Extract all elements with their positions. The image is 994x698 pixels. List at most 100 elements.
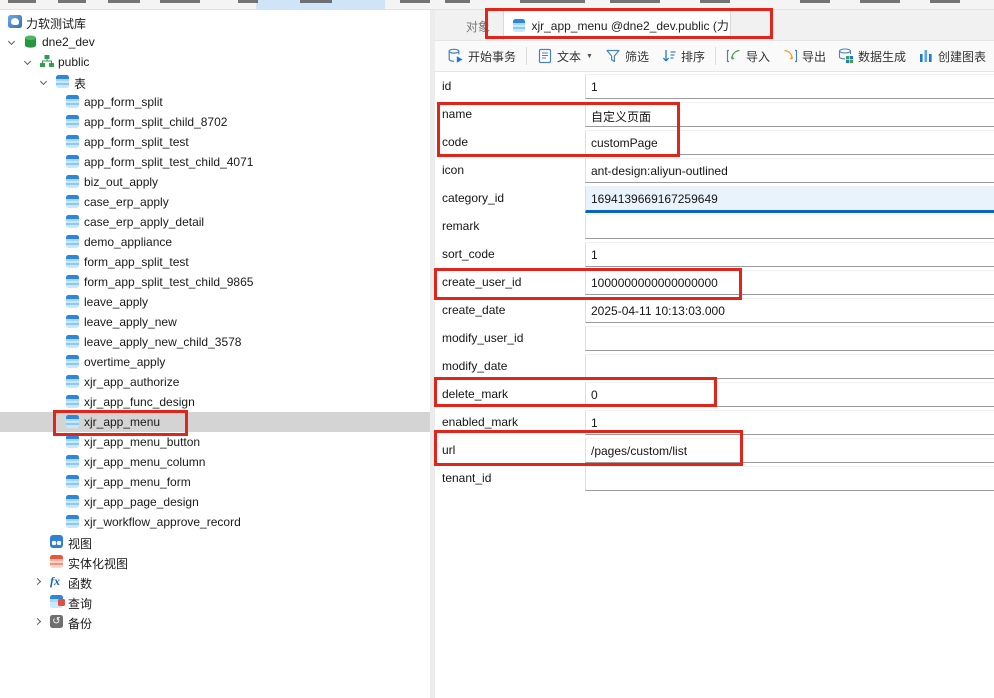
toolbar-button-filter[interactable]: 筛选 — [599, 45, 655, 68]
field-value-id[interactable]: 1 — [585, 74, 994, 99]
chevron-down-icon[interactable] — [24, 58, 31, 65]
tree-item-xjr_app_menu_form[interactable]: xjr_app_menu_form — [0, 472, 430, 492]
field-value-code[interactable]: customPage — [585, 130, 994, 155]
tree-item--[interactable]: 实体化视图 — [0, 552, 430, 572]
tree-item-app_form_split_child_8702[interactable]: app_form_split_child_8702 — [0, 112, 430, 132]
tree-item-public[interactable]: public — [0, 52, 430, 72]
field-row-sort_code: sort_code1 — [435, 240, 994, 268]
tab-label: xjr_app_menu @dne2_dev.public (力... — [531, 17, 730, 34]
field-label: delete_mark — [442, 387, 508, 401]
chevron-down-icon[interactable] — [8, 38, 15, 45]
toolbar-button-create-chart[interactable]: 创建图表 — [912, 45, 992, 68]
tree-item-xjr_app_page_design[interactable]: xjr_app_page_design — [0, 492, 430, 512]
function-icon: fx — [50, 575, 65, 588]
field-value-icon[interactable]: ant-design:aliyun-outlined — [585, 158, 994, 183]
clipped-toolbar-text — [700, 0, 730, 3]
tree-item-xjr_workflow_approve_record[interactable]: xjr_workflow_approve_record — [0, 512, 430, 532]
tab-active-table[interactable]: xjr_app_menu @dne2_dev.public (力... — [503, 10, 731, 40]
tree-item-case_erp_apply_detail[interactable]: case_erp_apply_detail — [0, 212, 430, 232]
chevron-right-icon[interactable] — [34, 618, 41, 625]
chevron-right-icon[interactable] — [34, 578, 41, 585]
field-row-create_date: create_date2025-04-11 10:13:03.000 — [435, 296, 994, 324]
table-icon — [66, 155, 79, 168]
tree-item-leave_apply_new[interactable]: leave_apply_new — [0, 312, 430, 332]
table-icon — [66, 255, 79, 268]
tree-item--[interactable]: 查询 — [0, 592, 430, 612]
toolbar-button-import[interactable]: 导入 — [720, 45, 776, 68]
field-value-tenant_id[interactable] — [585, 466, 994, 491]
tab-objects[interactable]: 对象 — [466, 18, 490, 35]
tree-item-leave_apply_new_child_3578[interactable]: leave_apply_new_child_3578 — [0, 332, 430, 352]
field-value-modify_date[interactable] — [585, 354, 994, 379]
tree-item-xjr_app_menu_column[interactable]: xjr_app_menu_column — [0, 452, 430, 472]
tree-item--[interactable]: ↺备份 — [0, 612, 430, 632]
tree-item-app_form_split[interactable]: app_form_split — [0, 92, 430, 112]
tree-item-overtime_apply[interactable]: overtime_apply — [0, 352, 430, 372]
begin-transaction-icon — [448, 48, 464, 64]
database-icon — [24, 35, 37, 48]
toolbar-button-begin-transaction[interactable]: 开始事务 — [442, 45, 522, 68]
tree-item-label: public — [58, 55, 89, 69]
field-row-remark: remark — [435, 212, 994, 240]
field-label: url — [442, 443, 455, 457]
tree-item-app_form_split_test[interactable]: app_form_split_test — [0, 132, 430, 152]
field-row-category_id: category_id1694139669167259649 — [435, 184, 994, 212]
field-value-delete_mark[interactable]: 0 — [585, 382, 994, 407]
toolbar-button-label: 开始事务 — [468, 48, 516, 65]
dropdown-caret-icon[interactable]: ▼ — [586, 53, 593, 60]
tree-item-label: app_form_split — [84, 95, 163, 109]
field-row-url: url/pages/custom/list — [435, 436, 994, 464]
field-row-tenant_id: tenant_id — [435, 464, 994, 492]
field-value-modify_user_id[interactable] — [585, 326, 994, 351]
tree-item-label: 查询 — [68, 595, 92, 612]
tree-item-case_erp_apply[interactable]: case_erp_apply — [0, 192, 430, 212]
field-value-url[interactable]: /pages/custom/list — [585, 438, 994, 463]
tree-item-xjr_app_menu[interactable]: xjr_app_menu — [0, 412, 430, 432]
tree-item-xjr_app_authorize[interactable]: xjr_app_authorize — [0, 372, 430, 392]
toolbar-button-label: 筛选 — [625, 48, 649, 65]
tree-item-xjr_app_func_design[interactable]: xjr_app_func_design — [0, 392, 430, 412]
tree-item-biz_out_apply[interactable]: biz_out_apply — [0, 172, 430, 192]
field-value-sort_code[interactable]: 1 — [585, 242, 994, 267]
field-row-icon: iconant-design:aliyun-outlined — [435, 156, 994, 184]
tree-item-label: leave_apply_new_child_3578 — [84, 335, 241, 349]
clipped-toolbar-text — [445, 0, 470, 3]
toolbar-button-text-view[interactable]: 文本▼ — [531, 45, 599, 68]
data-generation-icon — [838, 48, 854, 64]
field-label: code — [442, 135, 468, 149]
field-value-enabled_mark[interactable]: 1 — [585, 410, 994, 435]
view-icon — [50, 535, 63, 548]
tree-item--[interactable]: 表 — [0, 72, 430, 92]
field-row-modify_user_id: modify_user_id — [435, 324, 994, 352]
tree-item--[interactable]: 视图 — [0, 532, 430, 552]
toolbar-button-export[interactable]: 导出 — [776, 45, 832, 68]
create-chart-icon — [918, 48, 934, 64]
table-data-panel: 对象 xjr_app_menu @dne2_dev.public (力... 开… — [435, 10, 994, 698]
table-icon — [66, 435, 79, 448]
clipped-toolbar-text — [520, 0, 585, 3]
tree-item-dne2_dev[interactable]: dne2_dev — [0, 32, 430, 52]
tree-item--[interactable]: 力软测试库 — [0, 12, 430, 32]
clipped-toolbar-text — [238, 0, 258, 3]
field-value-create_user_id[interactable]: 1000000000000000000 — [585, 270, 994, 295]
table-icon — [66, 495, 79, 508]
toolbar-button-data-generation[interactable]: 数据生成 — [832, 45, 912, 68]
tree-item-form_app_split_test[interactable]: form_app_split_test — [0, 252, 430, 272]
tree-item-demo_appliance[interactable]: demo_appliance — [0, 232, 430, 252]
field-value-name[interactable]: 自定义页面 — [585, 102, 994, 127]
tree-item-label: app_form_split_child_8702 — [84, 115, 227, 129]
field-value-remark[interactable] — [585, 214, 994, 239]
tree-item-leave_apply[interactable]: leave_apply — [0, 292, 430, 312]
tree-item--[interactable]: fx函数 — [0, 572, 430, 592]
tree-item-xjr_app_menu_button[interactable]: xjr_app_menu_button — [0, 432, 430, 452]
tree-item-app_form_split_test_child_4071[interactable]: app_form_split_test_child_4071 — [0, 152, 430, 172]
field-value-category_id[interactable]: 1694139669167259649 — [585, 186, 994, 213]
field-label: create_user_id — [442, 275, 521, 289]
export-icon — [782, 48, 798, 64]
tree-item-label: case_erp_apply_detail — [84, 215, 204, 229]
toolbar-button-sort[interactable]: 排序 — [655, 45, 711, 68]
field-value-create_date[interactable]: 2025-04-11 10:13:03.000 — [585, 298, 994, 323]
tree-item-form_app_split_test_child_9865[interactable]: form_app_split_test_child_9865 — [0, 272, 430, 292]
chevron-down-icon[interactable] — [40, 78, 47, 85]
table-icon — [66, 515, 79, 528]
